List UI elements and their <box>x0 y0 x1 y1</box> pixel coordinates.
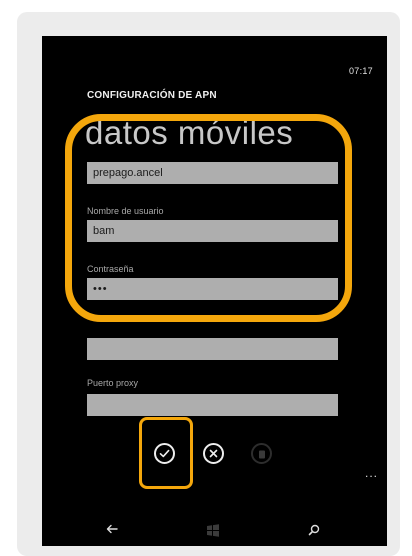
cancel-button[interactable] <box>203 443 224 464</box>
password-input[interactable] <box>87 278 338 300</box>
close-icon <box>209 449 218 458</box>
delete-button[interactable] <box>251 443 272 464</box>
windows-start-icon <box>207 524 219 537</box>
checkmark-icon <box>159 449 170 458</box>
page-title: CONFIGURACIÓN DE APN <box>87 90 217 101</box>
search-icon <box>308 524 320 536</box>
back-button[interactable] <box>106 524 118 534</box>
username-label: Nombre de usuario <box>87 206 164 216</box>
search-button[interactable] <box>308 524 320 536</box>
username-input[interactable] <box>87 220 338 242</box>
start-button[interactable] <box>206 524 220 537</box>
save-button[interactable] <box>154 443 175 464</box>
pivot-heading: datos móviles <box>85 114 294 151</box>
proxy-port-input[interactable] <box>87 394 338 416</box>
more-options-button[interactable]: ... <box>365 466 378 480</box>
phone-screen: 07:17 CONFIGURACIÓN DE APN datos móviles… <box>42 36 387 546</box>
proxy-server-input[interactable] <box>87 338 338 360</box>
trash-icon <box>258 450 265 458</box>
back-arrow-icon <box>106 524 118 534</box>
apn-input[interactable] <box>87 162 338 184</box>
proxy-port-label: Puerto proxy <box>87 378 139 388</box>
status-clock: 07:17 <box>348 66 373 76</box>
password-label: Contraseña <box>87 264 134 274</box>
